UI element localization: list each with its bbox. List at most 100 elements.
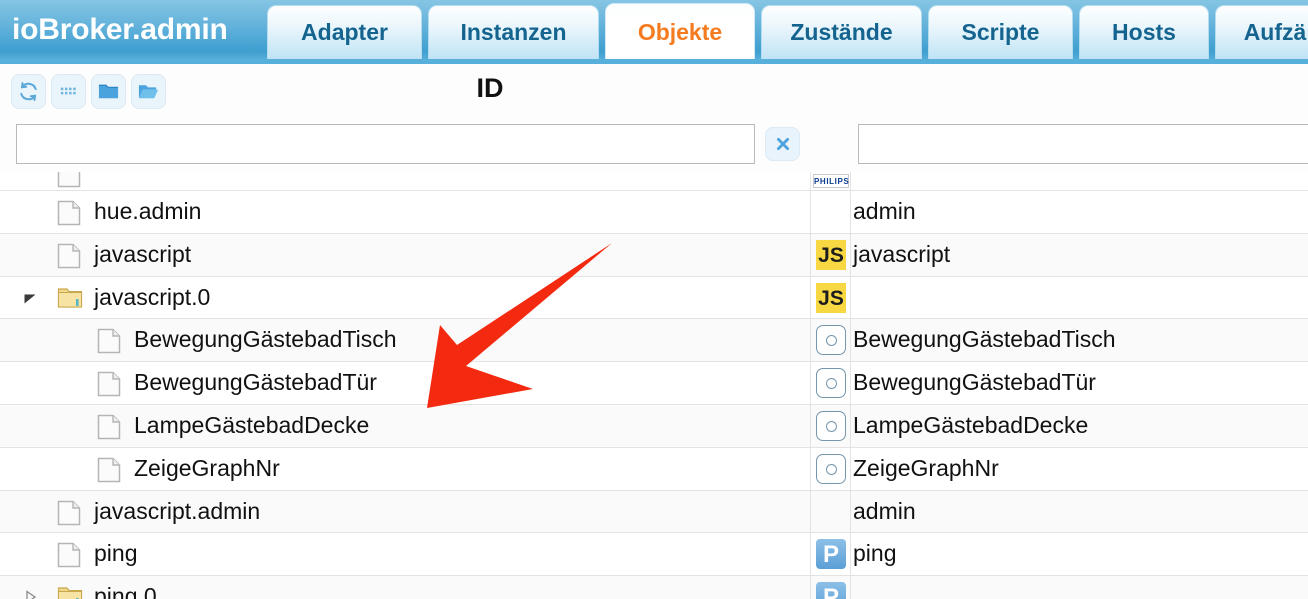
state-icon [816, 410, 846, 441]
tab-scripte[interactable]: Scripte [928, 5, 1073, 59]
expand-all-icon [132, 80, 165, 103]
column-header-id: ID [476, 73, 504, 103]
tree-cell-icon [811, 319, 851, 362]
table-row[interactable]: BewegungGästebadTür BewegungGästebadTür [0, 362, 1308, 405]
filter-row [0, 119, 1308, 172]
refresh-button[interactable] [11, 74, 46, 109]
tree-row-id-label: LampeGästebadDecke [134, 411, 370, 438]
tree-cell-name [851, 277, 1308, 319]
tree-cell-id: javascript.0 [0, 276, 811, 319]
tree-cell-icon [811, 490, 851, 533]
table-row[interactable]: PHILIPS [0, 172, 1308, 191]
tree-cell-id: BewegungGästebadTisch [0, 319, 811, 362]
toolbar: ID [0, 64, 1308, 119]
tree-row-id-label: ping [94, 540, 138, 567]
app-title: ioBroker.admin [12, 13, 228, 46]
state-icon [816, 368, 846, 399]
tree-cell-icon: JS [811, 276, 851, 319]
tree-row-id-label: ZeigeGraphNr [134, 454, 280, 481]
tree-cell-name: ping [853, 540, 897, 567]
folder-icon [57, 286, 83, 312]
tab-instanzen[interactable]: Instanzen [428, 5, 599, 59]
table-row[interactable]: ZeigeGraphNr ZeigeGraphNr [0, 447, 1308, 491]
columns-button[interactable] [51, 74, 86, 109]
table-row[interactable]: javascript.admin admin [0, 490, 1308, 534]
document-icon [57, 500, 81, 526]
table-row[interactable]: ping Pping [0, 533, 1308, 577]
document-icon [97, 371, 121, 397]
document-icon [57, 200, 81, 226]
tree-cell-icon: JS [811, 233, 851, 276]
folder-icon [57, 585, 83, 599]
document-icon [97, 328, 121, 354]
tree-cell-icon [811, 404, 851, 447]
document-icon [57, 542, 81, 568]
tree-row-id-label: javascript.0 [94, 283, 211, 310]
tree-rows: hue.admin admin javascript JS javascript java… [0, 191, 1308, 599]
expand-all-button[interactable] [131, 74, 166, 109]
tree-cell-id: LampeGästebadDecke [0, 404, 811, 447]
tree-cell-id [0, 172, 811, 190]
javascript-badge-icon: JS [816, 239, 846, 270]
tree-cell-icon: PHILIPS [811, 172, 851, 190]
state-icon [816, 325, 846, 356]
tree-cell-id: BewegungGästebadTür [0, 362, 811, 404]
tree-cell-icon: P [811, 576, 851, 599]
tab-adapter[interactable]: Adapter [267, 5, 422, 59]
chevron-down-icon[interactable] [22, 290, 38, 306]
tab-aufzaehlungen[interactable]: Aufzä [1215, 5, 1308, 59]
document-icon [97, 457, 121, 483]
tree-cell-id: javascript.admin [0, 490, 811, 533]
tree-cell-id: ping.0 [0, 576, 811, 599]
filter-name-input[interactable] [858, 124, 1308, 164]
object-tree[interactable]: PHILIPS hue.admin admin javascript JS javasc… [0, 172, 1308, 599]
state-icon [816, 453, 846, 484]
tree-cell-icon [811, 447, 851, 490]
refresh-icon [12, 80, 45, 103]
document-icon [57, 243, 81, 269]
tree-cell-id: ZeigeGraphNr [0, 447, 811, 490]
tree-cell-name: BewegungGästebadTür [853, 369, 1096, 396]
tree-row-id-label: hue.admin [94, 198, 202, 224]
table-row[interactable]: ping.0 P [0, 576, 1308, 599]
tree-cell-id: hue.admin [0, 191, 811, 233]
tree-cell-id: javascript [0, 233, 811, 276]
tab-zustaende[interactable]: Zustände [761, 5, 922, 59]
tree-row-id-label: BewegungGästebadTisch [134, 326, 397, 353]
tab-objekte[interactable]: Objekte [605, 3, 755, 64]
tab-bar: ioBroker.admin Adapter Instanzen Objekte… [0, 0, 1308, 64]
tree-cell-name: ZeigeGraphNr [853, 454, 999, 481]
ping-badge-icon: P [816, 539, 846, 570]
tree-cell-name: admin [853, 497, 916, 524]
table-row[interactable]: javascript JS javascript [0, 233, 1308, 277]
document-icon [97, 414, 121, 440]
filter-clear-button[interactable] [765, 127, 800, 161]
tree-cell-id: ping [0, 533, 811, 576]
collapse-all-button[interactable] [91, 74, 126, 109]
tree-row-id-label: ping.0 [94, 583, 157, 599]
tree-cell-icon: P [811, 533, 851, 576]
tree-cell-name [851, 576, 1308, 599]
tree-cell-icon [811, 191, 851, 233]
philips-logo-icon: PHILIPS [813, 174, 849, 188]
ping-badge-icon: P [816, 582, 846, 599]
tree-cell-name: admin [853, 198, 916, 224]
table-row[interactable]: javascript.0 JS [0, 276, 1308, 320]
columns-icon [52, 80, 85, 103]
table-row[interactable]: BewegungGästebadTisch BewegungGästebadTis… [0, 319, 1308, 363]
tree-row-id-label: javascript.admin [94, 497, 261, 524]
table-row[interactable]: LampeGästebadDecke LampeGästebadDecke [0, 404, 1308, 448]
filter-id-input[interactable] [16, 124, 755, 164]
document-icon [57, 172, 81, 188]
tree-row-id-label: BewegungGästebadTür [134, 369, 377, 396]
tree-cell-name [851, 172, 1308, 190]
tree-cell-name: javascript [853, 240, 951, 267]
tree-cell-name: BewegungGästebadTisch [853, 326, 1116, 353]
tab-hosts[interactable]: Hosts [1079, 5, 1209, 59]
tree-cell-name: LampeGästebadDecke [853, 411, 1089, 438]
tree-row-id-label: javascript [94, 240, 192, 267]
close-icon [766, 134, 799, 154]
collapse-all-icon [92, 80, 125, 103]
tree-cell-icon [811, 362, 851, 404]
table-row[interactable]: hue.admin admin [0, 191, 1308, 234]
